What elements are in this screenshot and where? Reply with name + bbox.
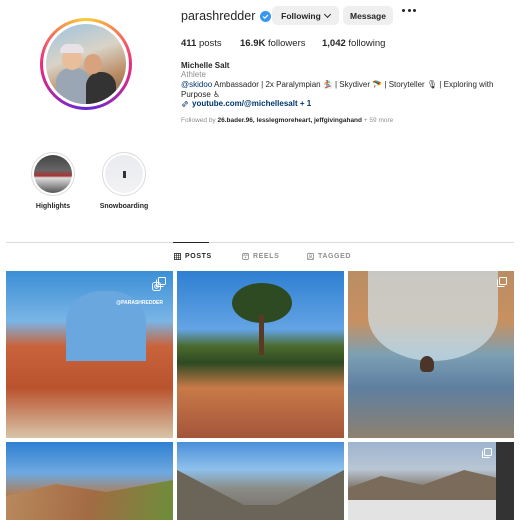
profile-category: Athlete: [181, 70, 206, 79]
username: parashredder: [181, 9, 256, 23]
bio-mention-link[interactable]: @skidoo: [181, 80, 212, 89]
carousel-icon: [497, 277, 507, 287]
post-tile[interactable]: [348, 442, 514, 520]
highlight-label: Snowboarding: [99, 203, 149, 210]
more-options-icon[interactable]: [402, 9, 416, 12]
profile-tabs: POSTS REELS TAGGED: [0, 253, 520, 263]
posts-label: posts: [198, 38, 222, 49]
tabs-divider: [6, 242, 514, 243]
reels-icon: [242, 253, 249, 260]
tab-tagged-label: TAGGED: [318, 253, 352, 260]
post-tile[interactable]: [177, 271, 344, 438]
followers-label: followers: [268, 38, 306, 49]
username-row: parashredder: [181, 8, 272, 24]
followers-count: 16.9K: [240, 38, 266, 49]
bio: @skidoo Ambassador | 2x Paralympian 🏂 | …: [181, 80, 501, 100]
post-tile[interactable]: [6, 442, 173, 520]
tab-posts-label: POSTS: [185, 253, 212, 260]
instagram-watermark-icon: [152, 282, 161, 291]
post-tile[interactable]: [348, 271, 514, 438]
profile-stats: 411 posts 16.9K followers 1,042 followin…: [181, 38, 385, 49]
following-stat[interactable]: 1,042 following: [322, 38, 385, 49]
message-button[interactable]: Message: [343, 6, 393, 25]
followed-by-names: 26.bader.96, lesslegmoreheart, jeffgivin…: [217, 117, 363, 124]
carousel-icon: [482, 448, 492, 458]
message-button-label: Message: [350, 10, 386, 21]
verified-badge-icon: [260, 10, 272, 22]
highlight-snowboarding[interactable]: Snowboarding: [100, 152, 148, 210]
tab-reels[interactable]: REELS: [242, 253, 279, 260]
post-tile[interactable]: @PARASHREDDER: [6, 271, 173, 438]
highlight-cover-image: [34, 155, 72, 193]
followers-stat[interactable]: 16.9K followers: [240, 38, 322, 49]
chevron-down-icon: [323, 10, 331, 18]
post-tile[interactable]: [177, 442, 344, 520]
followed-by-prefix: Followed by: [181, 117, 218, 124]
tab-tagged[interactable]: TAGGED: [307, 253, 351, 260]
external-link[interactable]: youtube.com/@michellesalt + 1: [181, 99, 311, 108]
following-button-label: Following: [281, 10, 321, 21]
tab-reels-label: REELS: [253, 253, 280, 260]
tagged-icon: [307, 253, 314, 260]
following-count: 1,042: [322, 38, 346, 49]
grid-icon: [174, 253, 181, 260]
full-name: Michelle Salt: [181, 61, 230, 70]
following-button[interactable]: Following: [272, 6, 339, 25]
avatar-image: [46, 24, 126, 104]
highlight-cover-image: [105, 155, 143, 193]
external-link-text: youtube.com/@michellesalt + 1: [192, 99, 312, 108]
active-tab-indicator: [173, 242, 209, 243]
posts-count: 411: [181, 38, 197, 49]
post-watermark-caption: @PARASHREDDER: [116, 300, 163, 306]
followed-by[interactable]: Followed by 26.bader.96, lesslegmorehear…: [181, 117, 393, 124]
highlight-highlights[interactable]: Highlights: [29, 152, 77, 210]
following-label: following: [348, 38, 386, 49]
profile-avatar[interactable]: [40, 18, 132, 110]
link-icon: [182, 100, 188, 107]
posts-stat: 411 posts: [181, 38, 240, 49]
followed-by-suffix: + 59 more: [362, 117, 394, 124]
tab-posts[interactable]: POSTS: [174, 253, 212, 260]
bio-text: Ambassador | 2x Paralympian 🏂 | Skydiver…: [181, 80, 494, 99]
